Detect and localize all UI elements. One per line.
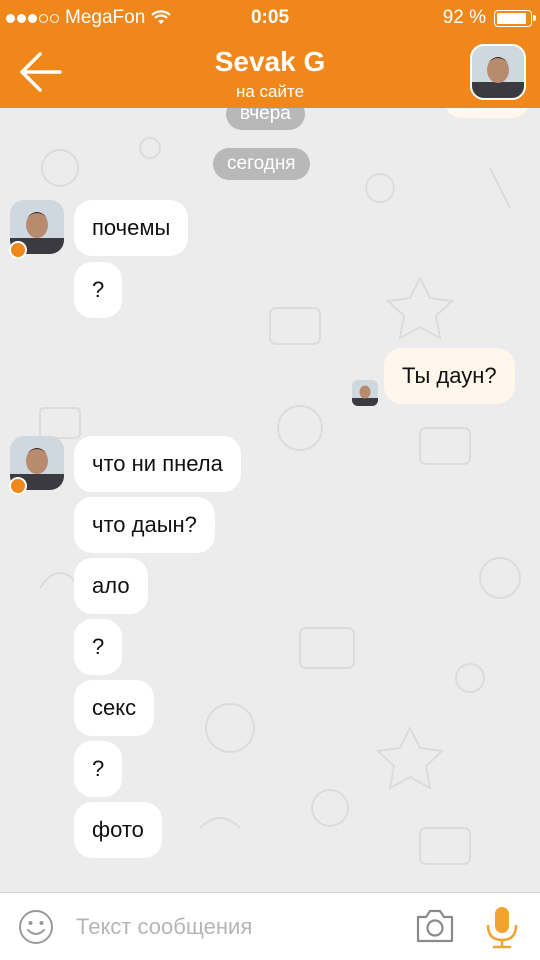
message-bubble[interactable]: что ни пнела (74, 436, 241, 492)
microphone-icon (486, 907, 518, 949)
emoji-button[interactable] (18, 909, 54, 945)
chat-area[interactable]: вчера сегодня почемы ? Ты даун? что ни п… (0, 108, 540, 892)
message-bubble[interactable]: ало (74, 558, 148, 614)
status-bar: MegaFon 0:05 92 % (0, 0, 540, 36)
chat-header: Sevak G на сайте (0, 36, 540, 108)
message-bubble-partial (444, 108, 530, 118)
message-input[interactable] (76, 903, 396, 951)
status-right: 92 % (442, 7, 536, 29)
message-bubble[interactable]: фото (74, 802, 162, 858)
message-bubble[interactable]: почемы (74, 200, 189, 256)
avatar-photo (352, 380, 378, 406)
emoji-icon (19, 910, 53, 944)
message-bubble[interactable]: ? (74, 741, 123, 797)
message-bubble[interactable]: секс (74, 680, 155, 736)
message-input-bar (0, 892, 540, 960)
battery-percent: 92 % (442, 7, 486, 28)
date-pill-yesterday: вчера (226, 108, 305, 130)
online-indicator (9, 241, 27, 259)
date-pill-today: сегодня (213, 148, 310, 180)
microphone-button[interactable] (480, 903, 524, 951)
camera-icon (416, 909, 454, 943)
camera-button[interactable] (414, 907, 456, 945)
message-bubble[interactable]: ? (74, 619, 123, 675)
message-bubble[interactable]: ? (74, 262, 123, 318)
contact-avatar[interactable] (470, 44, 526, 100)
battery-icon (494, 9, 536, 27)
avatar-photo (472, 46, 524, 98)
message-bubble[interactable]: что даын? (74, 497, 215, 553)
own-avatar (352, 380, 378, 406)
contact-name[interactable]: Sevak G (0, 46, 540, 78)
contact-status: на сайте (235, 82, 305, 101)
online-indicator (9, 477, 27, 495)
message-bubble-outgoing[interactable]: Ты даун? (384, 348, 515, 404)
battery-fill (497, 12, 527, 24)
